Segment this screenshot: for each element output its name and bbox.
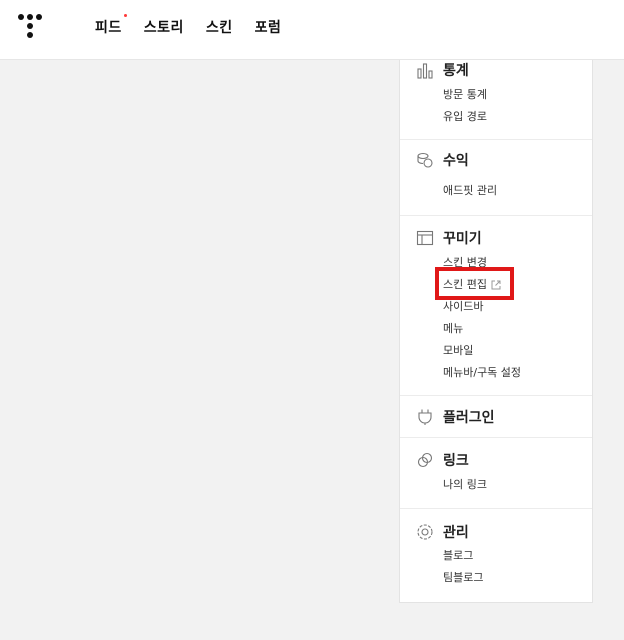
gear-icon	[417, 524, 433, 540]
top-bar: 피드 스토리 스킨 포럼	[0, 0, 624, 60]
section-title: 꾸미기	[443, 231, 482, 247]
link-icon	[417, 452, 433, 468]
layout-icon	[416, 230, 434, 246]
section-manage-header[interactable]: 관리	[416, 522, 469, 542]
coins-icon	[417, 152, 433, 168]
section-plugin-header[interactable]: 플러그인	[416, 407, 495, 427]
nav-story[interactable]: 스토리	[144, 17, 184, 37]
main-nav: 피드 스토리 스킨 포럼	[95, 14, 303, 37]
section-title: 수익	[443, 153, 469, 169]
section-plugin: 플러그인	[400, 396, 592, 438]
section-manage: 관리 블로그 팀블로그	[400, 509, 592, 603]
nav-feed[interactable]: 피드	[95, 14, 127, 37]
menu-menubar-subscribe[interactable]: 메뉴바/구독 설정	[443, 362, 521, 384]
plug-icon	[418, 409, 432, 425]
section-revenue-header[interactable]: 수익	[416, 150, 469, 170]
section-stats: 통계 방문 통계 유입 경로	[400, 60, 592, 140]
section-design-header[interactable]: 꾸미기	[416, 228, 482, 248]
section-stats-header[interactable]: 통계	[416, 60, 469, 80]
menu-menu[interactable]: 메뉴	[443, 318, 521, 340]
menu-adfit[interactable]: 애드핏 관리	[443, 180, 497, 202]
bar-chart-icon	[417, 63, 433, 79]
nav-skin[interactable]: 스킨	[206, 17, 233, 37]
nav-forum[interactable]: 포럼	[255, 17, 282, 37]
section-title: 관리	[443, 525, 469, 541]
section-title: 플러그인	[443, 410, 495, 426]
section-title: 링크	[443, 453, 469, 469]
menu-visit-stats[interactable]: 방문 통계	[443, 84, 487, 106]
section-link-header[interactable]: 링크	[416, 450, 469, 470]
menu-team-blog[interactable]: 팀블로그	[443, 567, 483, 589]
admin-sidebar: 통계 방문 통계 유입 경로 수익 애드핏 관리 꾸미기 스킨 변경 스킨 편집	[399, 60, 593, 603]
section-link: 링크 나의 링크	[400, 438, 592, 509]
menu-blog[interactable]: 블로그	[443, 545, 483, 567]
menu-referrer[interactable]: 유입 경로	[443, 106, 487, 128]
new-badge-dot	[123, 14, 127, 17]
section-title: 통계	[443, 63, 469, 79]
section-revenue: 수익 애드핏 관리	[400, 140, 592, 216]
section-design: 꾸미기 스킨 변경 스킨 편집 사이드바 메뉴 모바일 메뉴바/구독 설정	[400, 216, 592, 396]
tistory-logo[interactable]	[18, 14, 42, 38]
highlight-box	[435, 267, 514, 300]
menu-mobile[interactable]: 모바일	[443, 340, 521, 362]
menu-my-link[interactable]: 나의 링크	[443, 474, 487, 496]
